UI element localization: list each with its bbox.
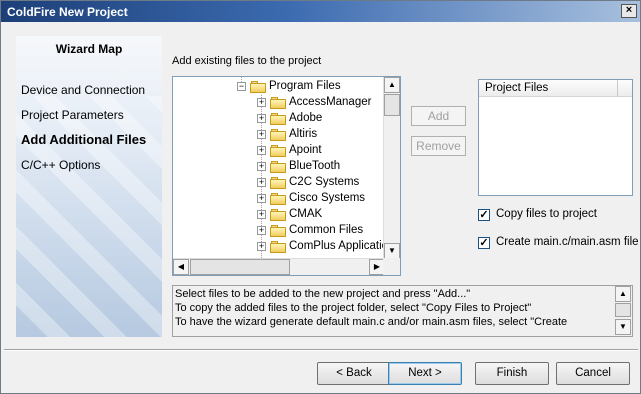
tree-item-bluetooth[interactable]: + BlueTooth (173, 159, 385, 175)
tree-item-label: ComPlus Application (289, 240, 395, 252)
folder-icon (270, 112, 286, 125)
tree-item-label: AccessManager (289, 96, 372, 108)
window-title: ColdFire New Project (7, 5, 128, 19)
expand-icon[interactable]: + (257, 130, 266, 139)
section-label: Add existing files to the project (172, 55, 322, 67)
instructions-scroll-thumb[interactable] (615, 303, 631, 317)
create-main-checkbox[interactable]: ✓ (478, 237, 490, 249)
expand-icon[interactable]: + (257, 178, 266, 187)
create-main-label[interactable]: Create main.c/main.asm file (496, 236, 639, 248)
wizard-map-title: Wizard Map (55, 42, 123, 56)
tree-item-label: Apoint (289, 144, 322, 156)
expand-icon[interactable]: + (257, 242, 266, 251)
column-separator[interactable] (617, 80, 618, 97)
folder-icon (270, 144, 286, 157)
collapse-icon[interactable]: − (237, 82, 246, 91)
folder-icon (270, 96, 286, 109)
expand-icon[interactable]: + (257, 114, 266, 123)
title-bar: ColdFire New Project × (1, 1, 640, 22)
finish-button[interactable]: Finish (475, 362, 549, 385)
expand-icon[interactable]: + (257, 98, 266, 107)
project-files-list[interactable]: Project Files (478, 79, 633, 196)
folder-icon (270, 176, 286, 189)
tree-item-cmak[interactable]: + CMAK (173, 207, 385, 223)
next-button[interactable]: Next > (388, 362, 462, 385)
folder-icon (270, 224, 286, 237)
expand-icon[interactable]: + (257, 146, 266, 155)
scrollbar-corner (383, 258, 400, 275)
instruction-line: To copy the added files to the project f… (175, 302, 532, 314)
remove-button[interactable]: Remove (411, 136, 466, 156)
instruction-line: To have the wizard generate default main… (175, 316, 568, 328)
tree-item-cisco-systems[interactable]: + Cisco Systems (173, 191, 385, 207)
tree-item-apoint[interactable]: + Apoint (173, 143, 385, 159)
close-icon: × (625, 4, 633, 16)
wizard-step-add-additional-files: Add Additional Files (21, 132, 147, 147)
tree-item-c2c-systems[interactable]: + C2C Systems (173, 175, 385, 191)
folder-icon (250, 80, 266, 93)
tree-item-label: Cisco Systems (289, 192, 366, 204)
add-button[interactable]: Add (411, 106, 466, 126)
wizard-step-project-parameters: Project Parameters (21, 108, 124, 122)
coldfire-new-project-dialog: ColdFire New Project × Wizard Map Device… (0, 0, 641, 394)
tree-item-label: BlueTooth (289, 160, 341, 172)
folder-icon (270, 240, 286, 253)
tree-item-common-files[interactable]: + Common Files (173, 223, 385, 239)
project-files-header-label: Project Files (485, 82, 549, 94)
expand-icon[interactable]: + (257, 210, 266, 219)
tree-item-label: Altiris (289, 128, 318, 140)
tree-item-label: CMAK (289, 208, 323, 220)
folder-icon (270, 128, 286, 141)
cancel-button[interactable]: Cancel (556, 362, 630, 385)
tree-horizontal-scrollbar[interactable]: ◀ ▶ (173, 258, 385, 275)
tree-item-accessmanager[interactable]: + AccessManager (173, 95, 385, 111)
tree-vertical-scrollbar[interactable]: ▲ ▼ (383, 77, 400, 260)
tree-item-program-files[interactable]: − Program Files (173, 79, 385, 95)
scroll-up-arrow-icon[interactable]: ▲ (384, 77, 400, 93)
wizard-map-panel: Wizard Map Device and Connection Project… (16, 36, 162, 337)
tree-item-label: Program Files (269, 80, 341, 92)
folder-icon (270, 192, 286, 205)
tree-vertical-scroll-thumb[interactable] (384, 94, 400, 116)
wizard-step-cpp-options: C/C++ Options (21, 158, 101, 172)
expand-icon[interactable]: + (257, 162, 266, 171)
copy-files-label[interactable]: Copy files to project (496, 208, 597, 220)
scroll-left-arrow-icon[interactable]: ◀ (173, 259, 189, 275)
tree-item-altiris[interactable]: + Altiris (173, 127, 385, 143)
scroll-down-arrow-icon[interactable]: ▼ (384, 243, 400, 259)
folder-icon (270, 160, 286, 173)
folder-icon (270, 208, 286, 221)
tree-horizontal-scroll-thumb[interactable] (190, 259, 290, 275)
wizard-step-device-connection: Device and Connection (21, 83, 146, 97)
tree-item-adobe[interactable]: + Adobe (173, 111, 385, 127)
file-tree[interactable]: − Program Files + AccessManager + Adobe … (172, 76, 401, 276)
instructions-scrollbar[interactable]: ▲ ▼ (615, 286, 632, 336)
tree-item-label: Adobe (289, 112, 323, 124)
tree-item-label: C2C Systems (289, 176, 360, 188)
project-files-header[interactable]: Project Files (479, 80, 632, 97)
instruction-line: Select files to be added to the new proj… (175, 288, 471, 300)
scroll-down-arrow-icon[interactable]: ▼ (615, 319, 631, 335)
instructions-box: Select files to be added to the new proj… (172, 285, 633, 337)
scroll-up-arrow-icon[interactable]: ▲ (615, 286, 631, 302)
expand-icon[interactable]: + (257, 194, 266, 203)
tree-item-complus-applications[interactable]: + ComPlus Application (173, 239, 394, 255)
close-button[interactable]: × (621, 4, 637, 18)
tree-item-label: Common Files (289, 224, 364, 236)
back-button[interactable]: < Back (317, 362, 391, 385)
expand-icon[interactable]: + (257, 226, 266, 235)
copy-files-checkbox[interactable]: ✓ (478, 209, 490, 221)
footer-separator (4, 349, 638, 351)
